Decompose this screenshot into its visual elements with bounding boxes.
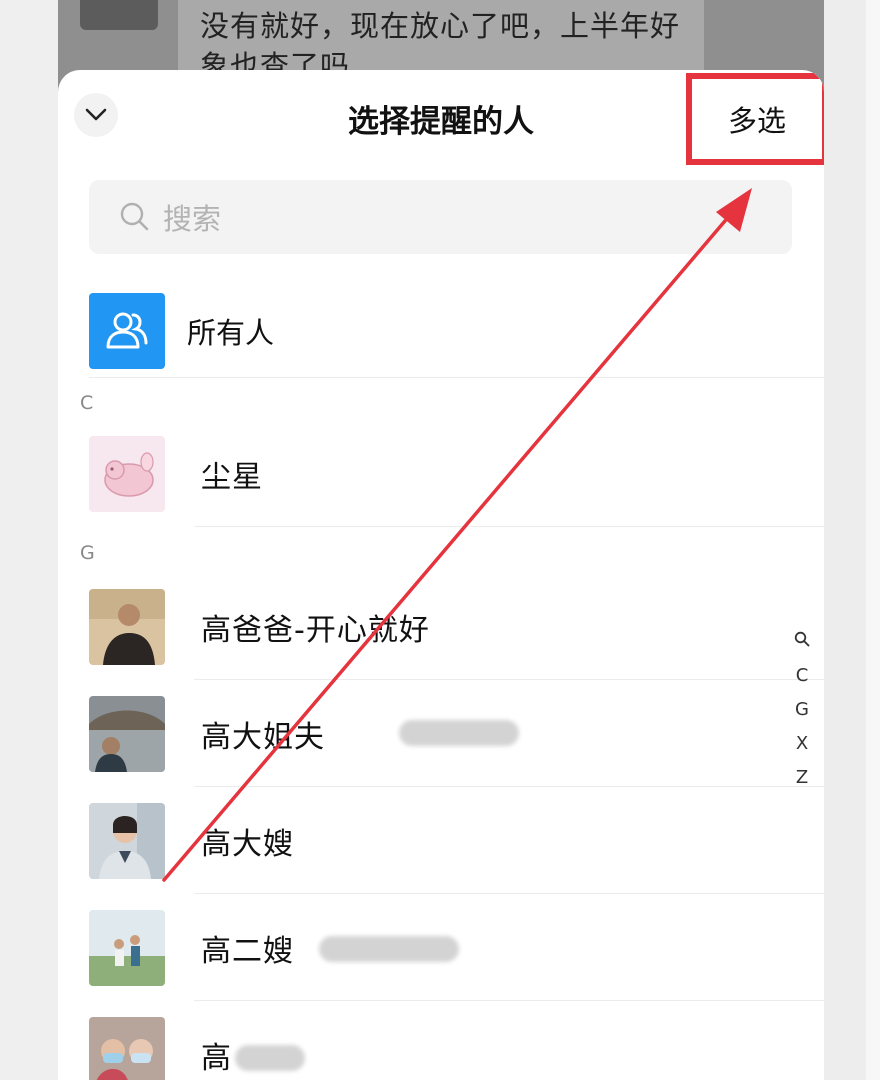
avatar [89, 588, 165, 665]
contact-row[interactable]: 高 [89, 1001, 824, 1080]
index-search[interactable] [794, 625, 810, 659]
index-letter-x[interactable]: X [796, 727, 808, 761]
mention-everyone-label: 所有人 [187, 315, 275, 350]
mention-everyone-item[interactable]: 所有人 [89, 284, 824, 378]
multi-select-button[interactable]: 多选 [686, 73, 824, 165]
section-header-c: C [80, 392, 94, 414]
contact-row[interactable]: 高大姐夫 [89, 680, 824, 787]
redaction-blur [399, 720, 519, 746]
index-letter-c[interactable]: C [796, 659, 809, 693]
contact-row[interactable]: 高二嫂 [89, 894, 824, 1001]
search-input[interactable]: 搜索 [89, 180, 792, 254]
contact-name: 尘星 [201, 459, 263, 495]
right-margin [866, 0, 880, 1080]
search-icon [794, 631, 810, 647]
contact-name: 高二嫂 [201, 933, 294, 969]
contact-row[interactable]: 尘星 [89, 420, 824, 527]
background-avatar [80, 0, 158, 30]
index-letter-z[interactable]: Z [796, 761, 808, 795]
search-icon [120, 202, 149, 231]
contact-name: 高 [201, 1040, 232, 1076]
contact-row[interactable]: 高大嫂 [89, 787, 824, 894]
contact-name: 高大嫂 [201, 826, 294, 862]
left-margin [0, 0, 58, 1080]
avatar [89, 435, 165, 512]
multi-select-label: 多选 [727, 104, 786, 138]
search-placeholder: 搜索 [163, 202, 222, 236]
section-header-g: G [80, 542, 95, 564]
redaction-blur [319, 936, 459, 962]
index-letter-g[interactable]: G [795, 693, 809, 727]
mention-picker-sheet: 选择提醒的人 多选 搜索 所有人 C 尘星 G 高爸爸-开心就好 高大姐夫 高大… [58, 70, 824, 1080]
contact-name: 高爸爸-开心就好 [201, 612, 430, 648]
avatar [89, 802, 165, 879]
avatar [89, 909, 165, 986]
contact-name: 高大姐夫 [201, 719, 325, 755]
avatar [89, 1016, 165, 1080]
avatar [89, 695, 165, 772]
redaction-blur [235, 1045, 305, 1071]
contact-row[interactable]: 高爸爸-开心就好 [89, 573, 824, 680]
group-icon [89, 292, 165, 369]
alphabet-index-bar[interactable]: C G X Z [790, 625, 814, 795]
